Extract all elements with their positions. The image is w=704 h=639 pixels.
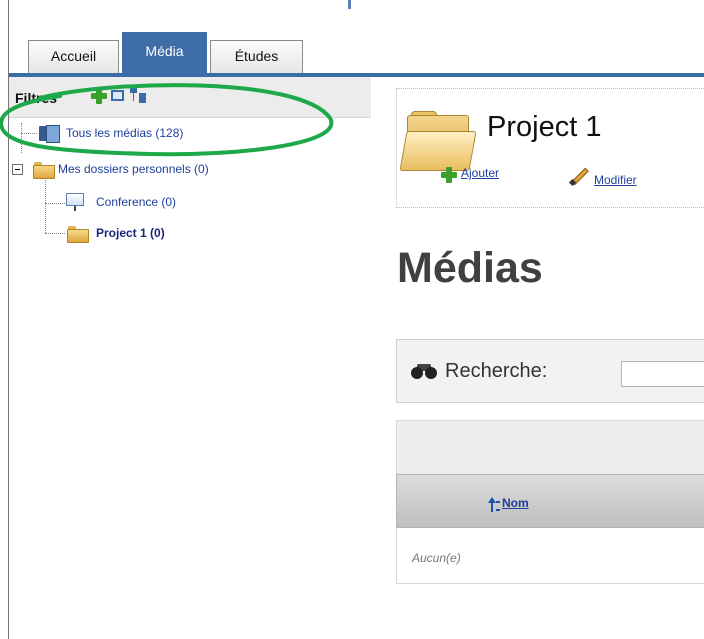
folder-open-icon — [67, 225, 89, 243]
search-bar: Recherche: — [396, 339, 704, 403]
folders-icon — [33, 161, 55, 179]
table-toolbar — [396, 420, 704, 474]
edit-pencil-icon[interactable] — [568, 167, 590, 187]
tab-etudes[interactable]: Études — [210, 40, 303, 73]
tree-connector — [45, 203, 65, 204]
binoculars-icon — [411, 362, 439, 382]
tree-connector — [45, 177, 46, 233]
sort-ascending-icon[interactable] — [488, 497, 500, 513]
table-header-row: Nom — [396, 474, 704, 528]
tab-accueil[interactable]: Accueil — [28, 40, 119, 73]
search-input[interactable] — [621, 361, 704, 387]
collapse-node-icon[interactable] — [12, 164, 23, 175]
tree-connector — [45, 233, 65, 234]
presentation-screen-icon — [65, 193, 85, 211]
add-link[interactable]: Ajouter — [461, 166, 499, 180]
top-accent-mark — [348, 0, 351, 9]
media-heading: Médias — [397, 244, 543, 292]
empty-message: Aucun(e) — [412, 551, 461, 565]
tab-media[interactable]: Média — [122, 32, 207, 73]
search-label: Recherche: — [445, 360, 548, 382]
project-card: Project 1 Ajouter Modifier — [396, 88, 704, 208]
project-folder-icon — [399, 111, 479, 173]
column-header-nom[interactable]: Nom — [502, 496, 529, 510]
edit-link[interactable]: Modifier — [594, 173, 637, 187]
table-empty-row: Aucun(e) — [396, 528, 704, 584]
tree-item-label: Conference (0) — [96, 195, 177, 209]
tree-item-label: Project 1 (0) — [96, 226, 165, 240]
add-icon[interactable] — [441, 167, 457, 183]
highlight-ellipse — [0, 83, 334, 157]
tree-item-label: Mes dossiers personnels (0) — [58, 162, 209, 176]
project-title: Project 1 — [487, 111, 602, 143]
